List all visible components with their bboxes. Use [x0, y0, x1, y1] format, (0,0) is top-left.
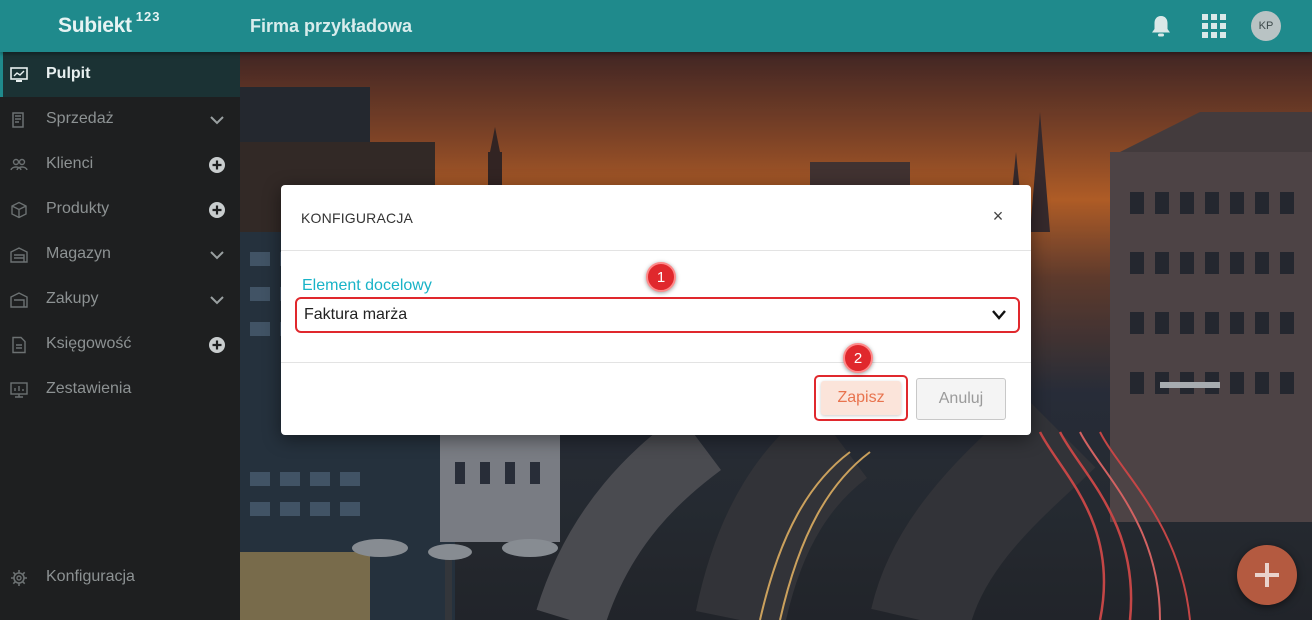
- avatar[interactable]: KP: [1251, 11, 1281, 41]
- save-button-highlight: Zapisz: [814, 375, 908, 421]
- reports-icon: [10, 382, 28, 398]
- target-element-label: Element docelowy: [302, 277, 432, 294]
- sidebar-item-label: Magazyn: [46, 245, 111, 262]
- plus-icon-vertical: [1265, 563, 1269, 587]
- gear-icon: [11, 570, 27, 586]
- plus-circle-icon[interactable]: [208, 156, 226, 174]
- purchase-icon: [10, 292, 28, 308]
- plus-circle-icon[interactable]: [208, 201, 226, 219]
- sidebar-item-magazyn[interactable]: Magazyn: [0, 232, 240, 277]
- sidebar: Pulpit Sprzedaż Klienci Produkty Magazyn…: [0, 52, 240, 620]
- dialog-divider-bottom: [281, 362, 1031, 363]
- logo-text: Subiekt: [58, 14, 132, 37]
- sidebar-item-sprzedaz[interactable]: Sprzedaż: [0, 97, 240, 142]
- monitor-icon: [10, 67, 28, 82]
- clients-icon: [10, 158, 28, 171]
- sidebar-item-ksiegowosc[interactable]: Księgowość: [0, 322, 240, 367]
- logo-sup: 123: [135, 9, 161, 24]
- close-icon[interactable]: ×: [989, 207, 1007, 225]
- sidebar-item-label: Zestawienia: [46, 380, 132, 397]
- cancel-button[interactable]: Anuluj: [916, 378, 1006, 420]
- add-fab-button[interactable]: [1237, 545, 1297, 605]
- dialog-divider-top: [281, 250, 1031, 251]
- chevron-down-icon[interactable]: [208, 291, 226, 309]
- chevron-down-icon[interactable]: [208, 111, 226, 129]
- sidebar-item-zestawienia[interactable]: Zestawienia: [0, 367, 240, 412]
- plus-circle-icon[interactable]: [208, 336, 226, 354]
- save-button[interactable]: Zapisz: [821, 381, 901, 415]
- sidebar-item-zakupy[interactable]: Zakupy: [0, 277, 240, 322]
- box-icon: [11, 201, 27, 219]
- sales-icon: [12, 112, 24, 128]
- chevron-down-icon[interactable]: [208, 246, 226, 264]
- select-value: Faktura marża: [304, 306, 408, 323]
- company-name: Firma przykładowa: [250, 16, 413, 36]
- sidebar-item-pulpit[interactable]: Pulpit: [0, 52, 240, 97]
- top-bar: Subiekt 123 Firma przykładowa KP: [0, 0, 1312, 52]
- warehouse-icon: [10, 247, 28, 263]
- sidebar-item-label: Zakupy: [46, 290, 99, 307]
- app-logo[interactable]: Subiekt 123: [58, 9, 161, 38]
- sidebar-item-label: Księgowość: [46, 335, 132, 352]
- sidebar-item-label: Produkty: [46, 200, 110, 217]
- apps-grid-icon[interactable]: [1202, 14, 1226, 38]
- dialog-title: KONFIGURACJA: [301, 210, 414, 226]
- chevron-down-icon[interactable]: [991, 308, 1007, 322]
- sidebar-item-label: Pulpit: [46, 65, 91, 82]
- sidebar-item-label: Sprzedaż: [46, 110, 114, 127]
- sidebar-item-konfiguracja[interactable]: Konfiguracja: [0, 555, 240, 600]
- config-dialog: KONFIGURACJA × Element docelowy Faktura …: [281, 185, 1031, 435]
- sidebar-item-produkty[interactable]: Produkty: [0, 187, 240, 232]
- sidebar-item-klienci[interactable]: Klienci: [0, 142, 240, 187]
- target-element-select[interactable]: Faktura marża: [295, 297, 1020, 333]
- step-badge-1: 1: [646, 262, 676, 292]
- accounting-icon: [12, 336, 26, 354]
- sidebar-item-label: Konfiguracja: [46, 568, 135, 585]
- sidebar-item-label: Klienci: [46, 155, 94, 172]
- step-badge-2: 2: [843, 343, 873, 373]
- bell-icon[interactable]: [1150, 14, 1172, 38]
